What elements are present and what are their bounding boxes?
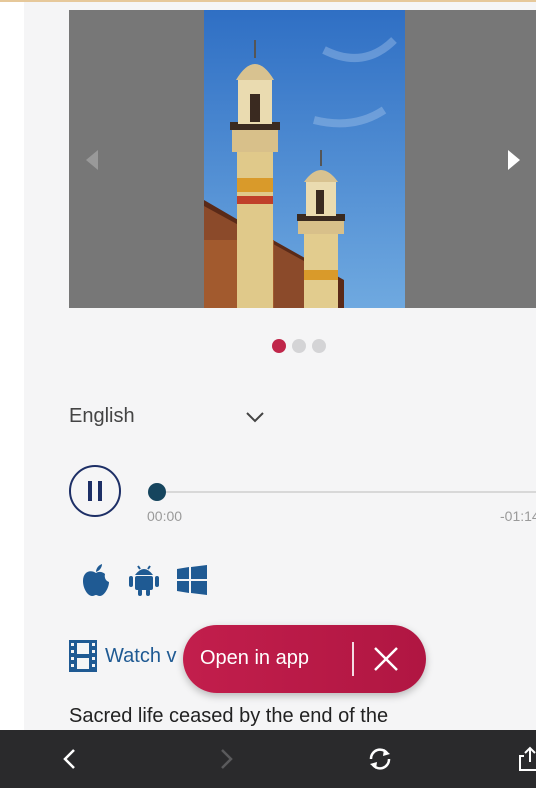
carousel-dot-3[interactable] [312, 339, 326, 353]
refresh-icon [369, 748, 391, 770]
platform-icons [79, 562, 209, 598]
film-icon [69, 640, 97, 672]
chevron-right-icon [508, 150, 520, 170]
forward-button[interactable] [214, 746, 240, 772]
browser-toolbar [0, 730, 536, 788]
share-icon [519, 746, 536, 771]
chevron-down-icon[interactable] [244, 408, 266, 426]
description-text: Sacred life ceased by the end of the [69, 705, 389, 727]
chevron-left-icon [86, 150, 98, 170]
windows-icon[interactable] [175, 562, 209, 598]
time-remaining: -01:14 [500, 508, 536, 524]
apple-icon[interactable] [79, 562, 113, 598]
share-button[interactable] [518, 746, 536, 772]
time-elapsed: 00:00 [147, 508, 183, 524]
watch-video-link[interactable]: Watch v [69, 640, 177, 672]
watch-video-label: Watch v [105, 644, 177, 667]
carousel-next-button[interactable] [503, 147, 525, 173]
carousel-photo [204, 10, 405, 308]
forward-icon [221, 749, 233, 769]
android-icon[interactable] [127, 562, 161, 598]
close-icon[interactable] [371, 644, 401, 674]
back-icon [63, 749, 75, 769]
carousel-prev-button[interactable] [81, 147, 103, 173]
back-button[interactable] [56, 746, 82, 772]
left-margin-strip [0, 2, 24, 730]
pause-button[interactable] [69, 465, 121, 517]
carousel-dot-1[interactable] [272, 339, 286, 353]
image-carousel[interactable] [69, 10, 536, 308]
audio-progress-track[interactable] [157, 491, 536, 493]
top-edge-line [0, 0, 536, 2]
carousel-dots [272, 339, 326, 353]
open-in-app-banner: Open in app [183, 625, 426, 693]
refresh-button[interactable] [367, 746, 393, 772]
carousel-dot-2[interactable] [292, 339, 306, 353]
language-select[interactable]: English [69, 405, 135, 428]
pause-icon [88, 481, 102, 501]
banner-divider [352, 642, 354, 676]
audio-progress-handle[interactable] [148, 483, 166, 501]
open-in-app-button[interactable]: Open in app [200, 647, 309, 670]
